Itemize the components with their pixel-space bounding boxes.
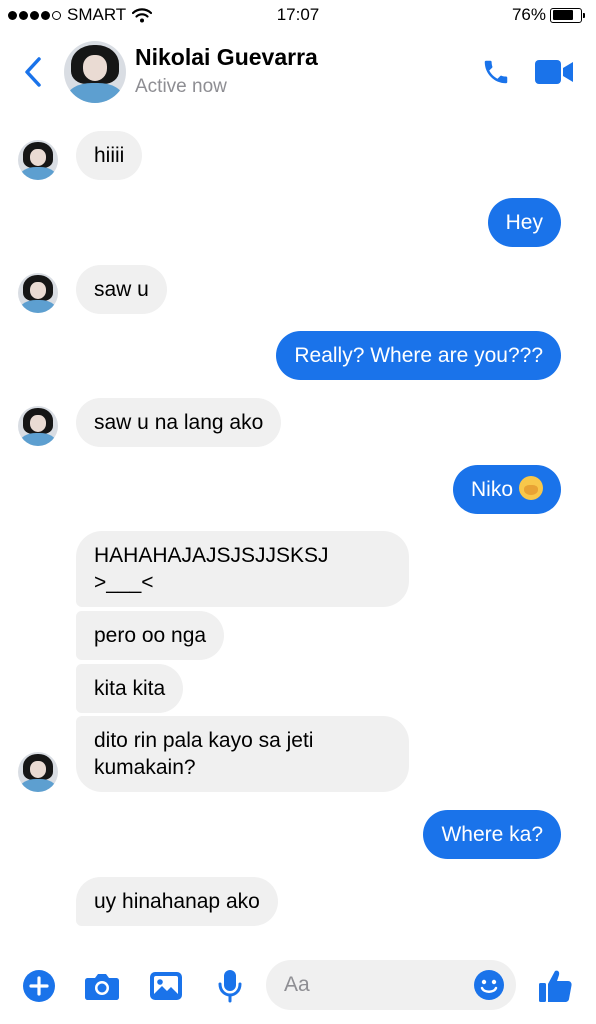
message-bubble-incoming[interactable]: dito rin pala kayo sa jeti kumakain? — [76, 716, 409, 792]
gallery-button[interactable] — [143, 963, 189, 1009]
contact-avatar[interactable] — [64, 41, 126, 103]
message-text-line: HAHAHAJAJSJSJJSKSJ — [94, 544, 329, 567]
phone-icon — [484, 60, 508, 84]
message-bubble-incoming[interactable]: HAHAHAJAJSJSJJSKSJ >___< — [76, 531, 409, 607]
sender-avatar — [18, 273, 58, 313]
chat-header: Nikolai Guevarra Active now — [0, 32, 596, 112]
camera-button[interactable] — [79, 963, 125, 1009]
message-text: kita kita — [94, 677, 166, 700]
thumbs-up-icon — [539, 970, 572, 1002]
message-input-box — [266, 960, 516, 1010]
status-right: 76% — [511, 5, 585, 25]
image-icon — [150, 972, 182, 1000]
add-button[interactable] — [16, 963, 62, 1009]
face-with-hand-emoji-icon — [519, 476, 543, 500]
message-text: Niko — [470, 478, 513, 501]
sender-avatar — [18, 406, 58, 446]
message-text-line: kumakain? — [94, 756, 196, 779]
message-text-line: dito rin pala kayo sa jeti — [94, 729, 314, 752]
message-text: pero oo nga — [94, 624, 207, 647]
message-text: Where ka? — [441, 823, 543, 846]
status-bar: SMART 17:07 76% — [0, 0, 596, 32]
microphone-icon — [218, 970, 242, 1003]
sender-avatar — [18, 752, 58, 792]
message-text-line: >___< — [94, 571, 154, 594]
message-bubble-outgoing[interactable]: Really? Where are you??? — [276, 331, 561, 380]
camera-icon — [85, 974, 119, 1000]
message-text: Hey — [505, 211, 543, 234]
voice-call-button[interactable] — [476, 50, 516, 94]
message-bubble-incoming[interactable]: kita kita — [76, 664, 184, 713]
message-bubble-outgoing[interactable]: Niko — [452, 465, 561, 514]
message-text: uy hinahanap ako — [94, 890, 260, 913]
contact-status: Active now — [135, 76, 227, 97]
message-bubble-incoming[interactable]: hiiii — [76, 131, 143, 180]
battery-fill — [552, 10, 574, 20]
battery-percent: 76% — [511, 5, 546, 24]
composer-bar — [0, 948, 596, 1024]
status-time: 17:07 — [276, 5, 320, 24]
message-text: Really? Where are you??? — [294, 344, 543, 367]
back-button[interactable] — [18, 52, 48, 92]
message-text: saw u na lang ako — [94, 411, 264, 434]
back-chevron-icon — [25, 57, 41, 87]
contact-name[interactable]: Nikolai Guevarra — [135, 44, 318, 71]
message-bubble-incoming[interactable]: uy hinahanap ako — [76, 877, 278, 926]
battery-icon — [550, 7, 585, 23]
message-text: saw u — [94, 278, 149, 301]
emoji-button[interactable] — [472, 968, 506, 1002]
message-bubble-outgoing[interactable]: Hey — [487, 198, 561, 247]
voice-message-button[interactable] — [207, 963, 253, 1009]
message-text: hiiii — [94, 144, 125, 167]
message-bubble-incoming[interactable]: saw u na lang ako — [76, 398, 282, 447]
video-call-button[interactable] — [530, 50, 578, 94]
like-button[interactable] — [532, 963, 578, 1009]
message-bubble-outgoing[interactable]: Where ka? — [423, 810, 561, 859]
emoji-icon — [474, 970, 504, 1000]
video-camera-icon — [535, 60, 573, 84]
message-bubble-incoming[interactable]: pero oo nga — [76, 611, 225, 660]
plus-icon — [23, 970, 55, 1002]
message-input[interactable] — [266, 960, 466, 1010]
sender-avatar — [18, 140, 58, 180]
message-bubble-incoming[interactable]: saw u — [76, 265, 167, 314]
